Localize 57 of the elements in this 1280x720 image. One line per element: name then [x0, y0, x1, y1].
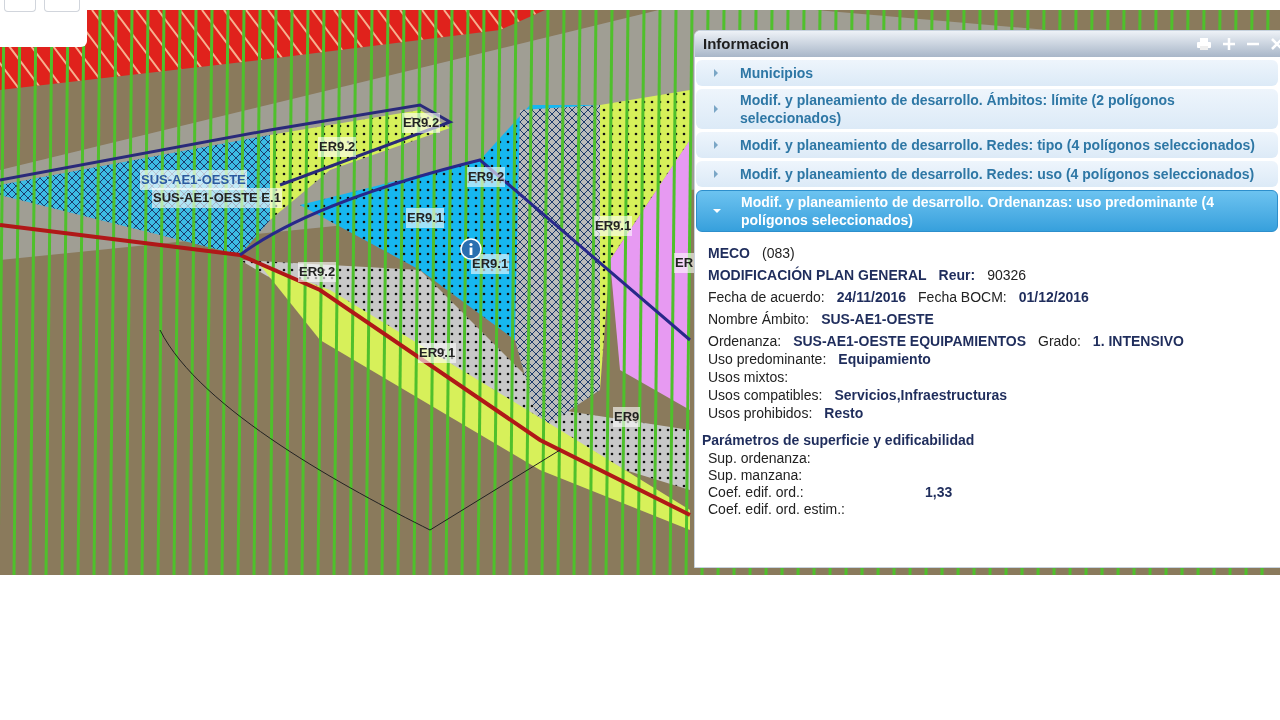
field-label: Nombre Ámbito: — [708, 310, 810, 328]
field-label: Sup. ordenanza: — [708, 450, 812, 467]
field-label: 90326 — [987, 266, 1027, 284]
field-label: Sup. manzana: — [708, 467, 804, 484]
map-label: ER9.1 — [418, 343, 457, 363]
field-label: Coef. edif. ord.: — [708, 484, 805, 501]
section-heading: Parámetros de superficie y edificabilidad — [702, 431, 976, 450]
accordion-header[interactable]: Modif. y planeamiento de desarrollo. Redes: uso (4 polígonos seleccionados) — [696, 161, 1278, 187]
info-marker-icon[interactable] — [460, 238, 482, 260]
map-label: ER9.2 — [467, 167, 506, 187]
map-label: ER9.1 — [594, 216, 633, 236]
field-value: Servicios,Infraestructuras — [834, 386, 1008, 404]
map-label: ER — [674, 253, 695, 273]
field-label: Usos compatibles: — [708, 386, 823, 404]
accordion-header[interactable]: Municipios — [696, 60, 1278, 86]
field-label: Usos prohibidos: — [708, 404, 813, 422]
accordion-header[interactable]: Modif. y planeamiento de desarrollo. Redes: tipo (4 polígonos seleccionados) — [696, 132, 1278, 158]
field-value: 01/12/2016 — [1018, 288, 1089, 306]
map-label: ER9.2 — [318, 137, 357, 157]
caret-down-icon — [713, 207, 721, 215]
accordion-header[interactable]: Modif. y planeamiento de desarrollo. Ordenanzas: uso predominante (4 polígonos seleccionados) — [696, 190, 1278, 232]
field-label: Fecha de acuerdo: — [708, 288, 825, 306]
map-label: ER9.2 — [402, 113, 441, 133]
field-label: Uso predominante: — [708, 350, 827, 368]
panel-title: Informacion — [703, 33, 789, 54]
field-value: Equipamiento — [838, 350, 931, 368]
caret-right-icon — [712, 69, 720, 77]
field-label: Ordenanza: — [708, 332, 782, 350]
field-value: Reur: — [938, 266, 976, 284]
caret-right-icon — [712, 105, 720, 113]
field-value: 24/11/2016 — [836, 288, 907, 306]
map-label: ER9 — [613, 407, 641, 427]
map-label: ER9.1 — [406, 208, 445, 228]
caret-right-icon — [712, 170, 720, 178]
field-label: Coef. edif. ord. estim.: — [708, 501, 846, 518]
field-value: 1,33 — [925, 484, 953, 501]
field-label: Grado: — [1038, 332, 1081, 350]
field-label: Fecha BOCM: — [918, 288, 1007, 306]
field-value: MECO — [708, 244, 750, 262]
accordion-header[interactable]: Modif. y planeamiento de desarrollo. Ámbitos: límite (2 polígonos seleccionados) — [696, 89, 1278, 129]
print-icon[interactable] — [1197, 38, 1211, 50]
field-value: 1. INTENSIVO — [1092, 332, 1184, 350]
map-label: SUS-AE1-OESTE E.1 — [152, 188, 282, 208]
field-value: Resto — [824, 404, 864, 422]
map-label: ER9.1 — [471, 254, 510, 274]
field-label: (083) — [762, 244, 795, 262]
map-label: ER9.2 — [298, 262, 337, 282]
map-label: SUS-AE1-OESTE — [140, 170, 247, 190]
caret-right-icon — [712, 141, 720, 149]
field-label: Usos mixtos: — [708, 368, 789, 386]
plus-icon[interactable] — [1223, 38, 1235, 50]
field-value: SUS-AE1-OESTE EQUIPAMIENTOS — [793, 332, 1027, 350]
tool-button[interactable] — [44, 0, 80, 12]
field-value: MODIFICACIÓN PLAN GENERAL — [708, 266, 927, 284]
close-icon[interactable] — [1271, 38, 1280, 50]
tool-button[interactable] — [4, 0, 36, 12]
field-value: SUS-AE1-OESTE — [821, 310, 934, 328]
